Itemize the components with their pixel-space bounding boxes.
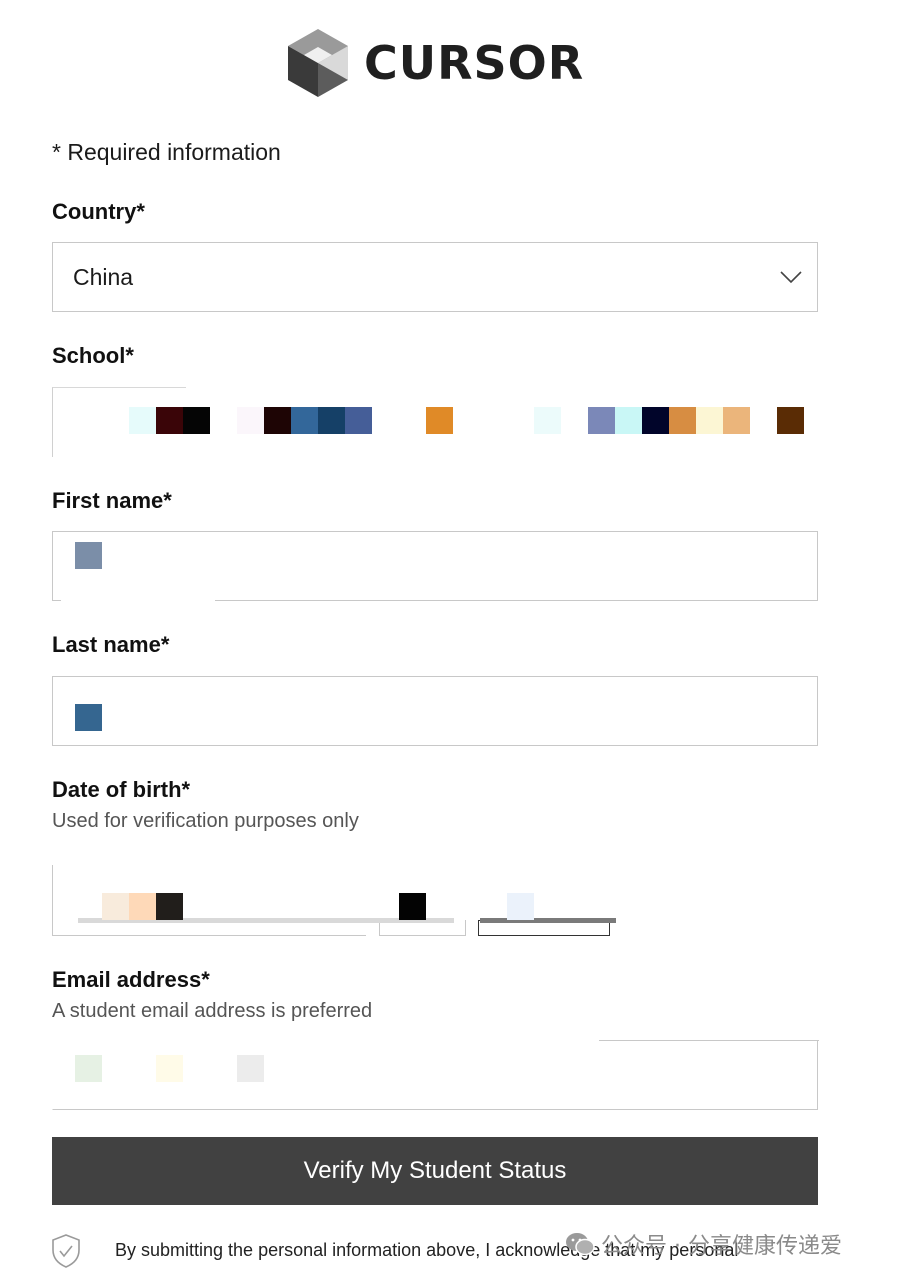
email-hint: A student email address is preferred (52, 1000, 373, 1022)
last-name-label: Last name* (52, 632, 170, 657)
chevron-down-icon (780, 271, 802, 284)
country-label: Country* (52, 199, 145, 224)
email-label: Email address* (52, 967, 210, 992)
first-name-redacted-value (75, 542, 102, 569)
verify-student-status-button[interactable]: Verify My Student Status (52, 1137, 818, 1205)
wechat-icon (566, 1233, 595, 1256)
watermark-text: 公众号 · 分享健康传递爱 (601, 1234, 842, 1259)
required-note: * Required information (52, 139, 281, 165)
shield-check-icon (52, 1234, 80, 1268)
last-name-redacted-value (75, 704, 102, 731)
first-name-input[interactable] (52, 531, 818, 604)
brand-name: CURSOR (364, 36, 585, 90)
school-label: School* (52, 343, 134, 368)
country-select[interactable]: China (52, 242, 818, 312)
last-name-input[interactable] (52, 676, 818, 746)
watermark: 公众号 · 分享健康传递爱 (565, 1228, 842, 1260)
dob-hint: Used for verification purposes only (52, 810, 359, 832)
dob-label: Date of birth* (52, 777, 191, 802)
dob-month-select[interactable] (52, 865, 366, 936)
brand-logo: CURSOR (286, 26, 584, 100)
cube-logo-icon (288, 29, 348, 97)
country-value: China (73, 264, 134, 290)
first-name-label: First name* (52, 488, 172, 513)
